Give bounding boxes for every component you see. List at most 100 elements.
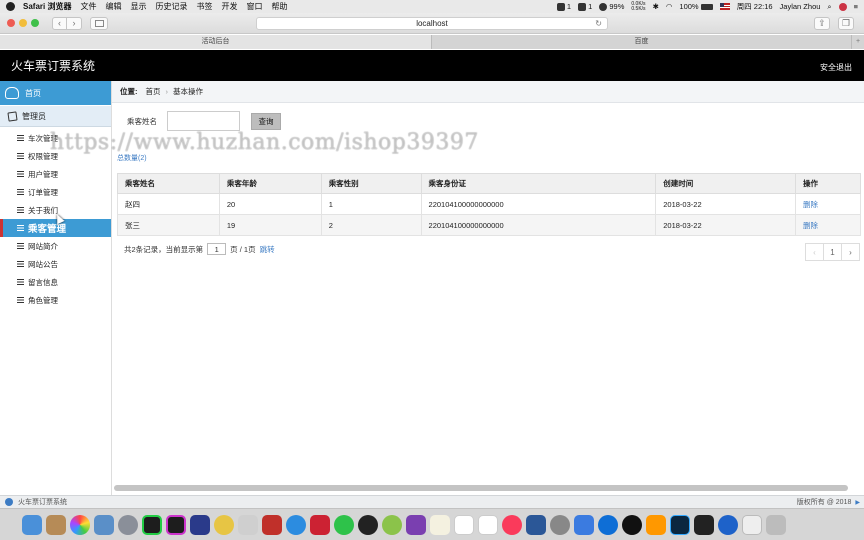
pycharm-icon[interactable] xyxy=(142,514,162,535)
sidebar-item-trains[interactable]: 车次管理 xyxy=(0,129,111,147)
sidebar-item-orders[interactable]: 订单管理 xyxy=(0,183,111,201)
photoshop-icon[interactable] xyxy=(670,514,690,535)
trash-icon[interactable] xyxy=(766,514,786,535)
itunes-icon[interactable] xyxy=(742,514,762,535)
delete-link[interactable]: 删除 xyxy=(803,200,818,209)
menu-help[interactable]: 帮助 xyxy=(271,1,287,12)
close-window-button[interactable] xyxy=(7,19,15,27)
page-number-input[interactable]: 1 xyxy=(207,243,227,255)
tab-baidu[interactable]: 百度 xyxy=(432,35,852,49)
app-title: 火车票订票系统 xyxy=(11,59,96,73)
safari-icon[interactable] xyxy=(286,514,306,535)
menu-window[interactable]: 窗口 xyxy=(246,1,262,12)
bluetooth-icon[interactable]: ✱ xyxy=(653,2,659,11)
reload-icon[interactable]: ↻ xyxy=(595,18,602,30)
forward-button[interactable]: › xyxy=(67,16,82,30)
xcode-icon[interactable] xyxy=(190,514,210,535)
wechat-status[interactable]: 1 xyxy=(578,2,592,11)
sequel-icon[interactable] xyxy=(214,514,234,535)
qq-icon[interactable] xyxy=(358,514,378,535)
notes-icon[interactable] xyxy=(46,514,66,535)
menu-develop[interactable]: 开发 xyxy=(221,1,237,12)
finder-icon[interactable] xyxy=(22,514,42,535)
calendar-icon[interactable] xyxy=(478,514,498,535)
music-icon[interactable] xyxy=(502,514,522,535)
passenger-name-input[interactable] xyxy=(167,111,240,131)
intellij-icon[interactable] xyxy=(166,514,186,535)
notification-center-icon[interactable]: ≡ xyxy=(854,2,858,11)
textedit-icon[interactable] xyxy=(430,514,450,535)
wifi-icon[interactable]: ◠ xyxy=(666,2,673,11)
column-header[interactable]: 乘客年龄 xyxy=(218,173,322,194)
column-header[interactable]: 乘客姓名 xyxy=(117,173,220,194)
parallels-icon[interactable] xyxy=(310,514,330,535)
column-header[interactable]: 乘客身份证 xyxy=(420,173,657,194)
sidebar-item-permissions[interactable]: 权限管理 xyxy=(0,147,111,165)
terminal-icon[interactable] xyxy=(694,514,714,535)
delete-link[interactable]: 删除 xyxy=(803,221,818,230)
zoom-window-button[interactable] xyxy=(31,19,39,27)
menu-edit[interactable]: 编辑 xyxy=(105,1,121,12)
launchpad-icon[interactable] xyxy=(118,514,138,535)
breadcrumb-home[interactable]: 首页 xyxy=(146,86,161,97)
spotlight-icon[interactable]: ⌕ xyxy=(827,2,831,12)
clock[interactable]: 周四 22:16 xyxy=(737,1,773,12)
breadcrumb: 位置: 首页 › 基本操作 xyxy=(112,81,864,103)
input-source-flag-icon[interactable] xyxy=(719,3,730,10)
query-button[interactable]: 查询 xyxy=(251,112,281,130)
menu-file[interactable]: 文件 xyxy=(80,1,96,12)
apple-menu-icon[interactable] xyxy=(6,2,15,11)
menu-view[interactable]: 显示 xyxy=(130,1,146,12)
archive-icon[interactable] xyxy=(238,514,258,535)
qq-status[interactable]: 1 xyxy=(556,2,571,11)
preview-icon[interactable] xyxy=(94,514,114,535)
next-page-button[interactable]: › xyxy=(841,243,860,261)
sidebar-group-admin[interactable]: 管理员 xyxy=(0,106,111,127)
siri-icon[interactable] xyxy=(838,2,847,11)
teamviewer-icon[interactable] xyxy=(598,514,618,535)
tab-admin[interactable]: 活动后台 xyxy=(0,35,432,49)
sidebar-item-users[interactable]: 用户管理 xyxy=(0,165,111,183)
system-prefs-icon[interactable] xyxy=(550,514,570,535)
sublime-icon[interactable] xyxy=(646,514,666,535)
photos-icon[interactable] xyxy=(70,514,90,535)
column-header[interactable]: 乘客性别 xyxy=(320,173,422,194)
qq2-icon[interactable] xyxy=(622,514,642,535)
breadcrumb-label: 位置: xyxy=(120,87,138,96)
sidebar-item-announcements[interactable]: 网站公告 xyxy=(0,255,111,273)
rp-icon[interactable] xyxy=(406,514,426,535)
logout-link[interactable]: 安全退出 xyxy=(820,62,852,73)
new-tab-button[interactable]: + xyxy=(852,35,864,49)
battery-status[interactable]: 100% xyxy=(679,2,713,11)
sidebar-item-roles[interactable]: 角色管理 xyxy=(0,291,111,309)
column-header[interactable]: 创建时间 xyxy=(655,173,797,194)
sidebar-item-messages[interactable]: 留言信息 xyxy=(0,273,111,291)
browser-icon[interactable] xyxy=(718,514,738,535)
redis-icon[interactable] xyxy=(262,514,282,535)
jump-link[interactable]: 跳转 xyxy=(260,244,275,255)
horizontal-scrollbar[interactable] xyxy=(114,485,848,491)
menu-bookmarks[interactable]: 书签 xyxy=(196,1,212,12)
sidebar-item-site-intro[interactable]: 网站简介 xyxy=(0,237,111,255)
share-button[interactable]: ⇪ xyxy=(814,17,830,30)
sidebar: 首页 管理员 车次管理 权限管理 用户管理 订单管理 关于我们 乘客管理 网站简… xyxy=(0,81,112,495)
word-icon[interactable] xyxy=(526,514,546,535)
wechat-icon[interactable] xyxy=(334,514,354,535)
tabs-overview-button[interactable]: ❐ xyxy=(838,17,854,30)
sidebar-icon xyxy=(94,19,104,27)
preview2-icon[interactable] xyxy=(454,514,474,535)
menu-history[interactable]: 历史记录 xyxy=(155,1,187,12)
minimize-window-button[interactable] xyxy=(19,19,27,27)
back-button[interactable]: ‹ xyxy=(52,16,67,30)
stats-status[interactable]: 99% xyxy=(599,2,624,11)
app-icon[interactable] xyxy=(382,514,402,535)
prev-page-button[interactable]: ‹ xyxy=(805,243,824,261)
app-menu[interactable]: Safari 浏览器 xyxy=(23,1,71,12)
address-bar[interactable]: localhost ↻ xyxy=(256,17,608,30)
sidebar-home[interactable]: 首页 xyxy=(0,81,111,105)
page-1-button[interactable]: 1 xyxy=(823,243,842,261)
user-name[interactable]: Jaylan Zhou xyxy=(780,2,821,11)
sidebar-toggle-button[interactable] xyxy=(90,16,108,30)
baidu-netdisk-icon[interactable] xyxy=(574,514,594,535)
search-label: 乘客姓名 xyxy=(127,116,157,126)
